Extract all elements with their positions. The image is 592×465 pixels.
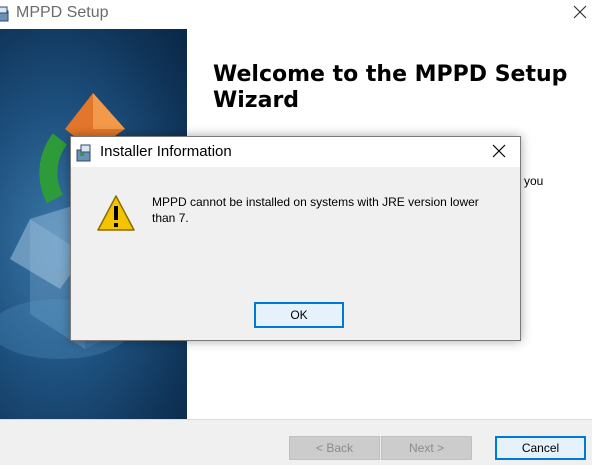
warning-icon bbox=[97, 195, 135, 231]
dialog-close-icon[interactable] bbox=[492, 144, 506, 158]
dialog-titlebar[interactable]: Installer Information bbox=[71, 137, 520, 167]
welcome-heading: Welcome to the MPPD Setup Wizard bbox=[213, 62, 568, 113]
installer-information-dialog: Installer Information MPPD cannot be ins… bbox=[70, 136, 521, 341]
installer-dialog-icon bbox=[76, 144, 91, 162]
ok-button[interactable]: OK bbox=[254, 302, 344, 328]
cancel-button[interactable]: Cancel bbox=[495, 436, 586, 460]
dialog-message: MPPD cannot be installed on systems with… bbox=[152, 195, 479, 225]
wizard-footer: < Back Next > Cancel bbox=[0, 419, 592, 465]
close-icon[interactable] bbox=[572, 4, 588, 20]
partial-body-text: you bbox=[524, 174, 544, 188]
back-button[interactable]: < Back bbox=[289, 436, 380, 460]
installer-app-icon bbox=[0, 6, 9, 22]
window-title: MPPD Setup bbox=[16, 4, 109, 21]
dialog-title: Installer Information bbox=[100, 143, 232, 160]
window-titlebar[interactable]: MPPD Setup bbox=[0, 0, 592, 28]
next-button[interactable]: Next > bbox=[381, 436, 472, 460]
